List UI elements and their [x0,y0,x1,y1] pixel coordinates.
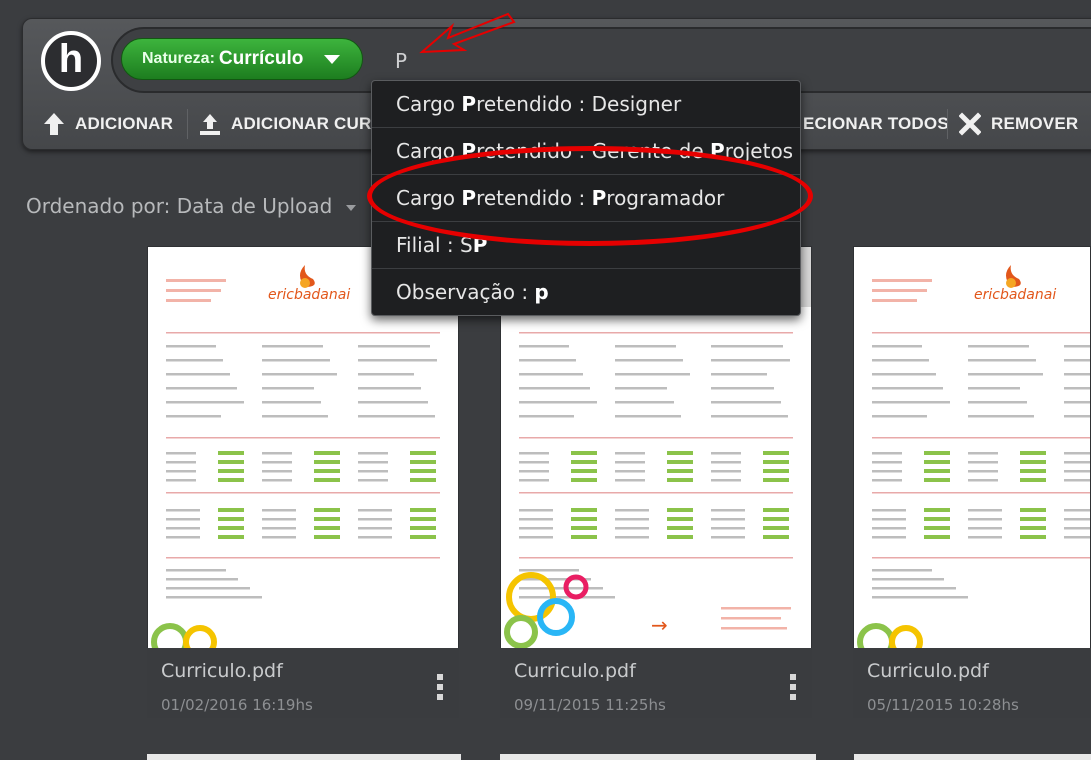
file-card[interactable]: → Curriculo.pdf 09/11/2015 11:25hs [500,246,812,718]
suggestion-text: retendido : Designer [476,92,682,116]
suggestion-item[interactable]: Cargo Pretendido : Designer [372,81,800,128]
annotation-arrow-icon [419,12,516,54]
file-name: Curriculo.pdf [161,660,283,682]
suggestion-text: Cargo [396,92,462,116]
remove-button[interactable]: REMOVER [959,99,1078,149]
filter-natureza-pill[interactable]: Natureza: Currículo [121,38,363,80]
toolbar-divider [187,109,188,139]
file-date: 09/11/2015 11:25hs [514,696,666,714]
file-date: 01/02/2016 16:19hs [161,696,313,714]
more-options-icon[interactable] [790,674,796,704]
toolbar-divider [947,109,948,139]
arrow-up-icon [44,113,64,135]
file-date: 05/11/2015 10:28hs [867,696,1019,714]
brand-logo-text: ericbadanai [974,287,1056,303]
file-meta: Curriculo.pdf 09/11/2015 11:25hs [500,648,812,718]
add-button-label: ADICIONAR [75,114,174,133]
select-all-label: ECIONAR TODOS [803,114,949,133]
chevron-down-icon [324,55,340,64]
file-name: Curriculo.pdf [514,660,636,682]
chevron-down-icon[interactable] [346,205,356,211]
highlight-ellipse [367,146,813,246]
search-input[interactable]: P [395,49,407,73]
select-all-button[interactable]: ECIONAR TODOS [803,99,949,149]
file-card[interactable]: ericbadanai Curriculo.pdf 01/02/2016 16:19… [147,246,459,718]
document-preview: ericbadanai [854,247,1090,648]
suggestion-match: P [461,92,477,116]
remove-button-label: REMOVER [991,114,1079,133]
file-meta: Curriculo.pdf 05/11/2015 10:28hs [853,648,1091,718]
add-curriculum-button[interactable]: ADICIONAR CURR [199,99,384,149]
file-name: Curriculo.pdf [867,660,989,682]
file-meta: Curriculo.pdf 01/02/2016 16:19hs [147,648,459,718]
file-card-partial [500,754,816,760]
filter-value: Currículo [218,48,304,69]
file-thumbnail[interactable]: ericbadanai [854,247,1090,648]
filter-key: Natureza: [142,50,215,67]
suggestion-match: p [534,280,549,304]
sort-dropdown[interactable]: Ordenado por: Data de Upload [26,194,332,218]
file-card-partial [147,754,461,760]
brand-logo-text: ericbadanai [268,287,350,303]
suggestion-text: Observação : [396,280,535,304]
more-options-icon[interactable] [437,674,443,704]
suggestion-item[interactable]: Observação : p [372,269,800,316]
upload-icon [200,114,220,135]
arrow-right-icon: → [651,613,668,637]
close-icon [959,112,981,136]
add-button[interactable]: ADICIONAR [43,99,173,149]
file-card-partial [854,754,1091,760]
file-card[interactable]: ericbadanai Curriculo.pdf 05/11/2015 10:28… [853,246,1091,718]
add-curriculum-label: ADICIONAR CURR [231,114,384,133]
app-logo[interactable]: h [41,31,101,91]
